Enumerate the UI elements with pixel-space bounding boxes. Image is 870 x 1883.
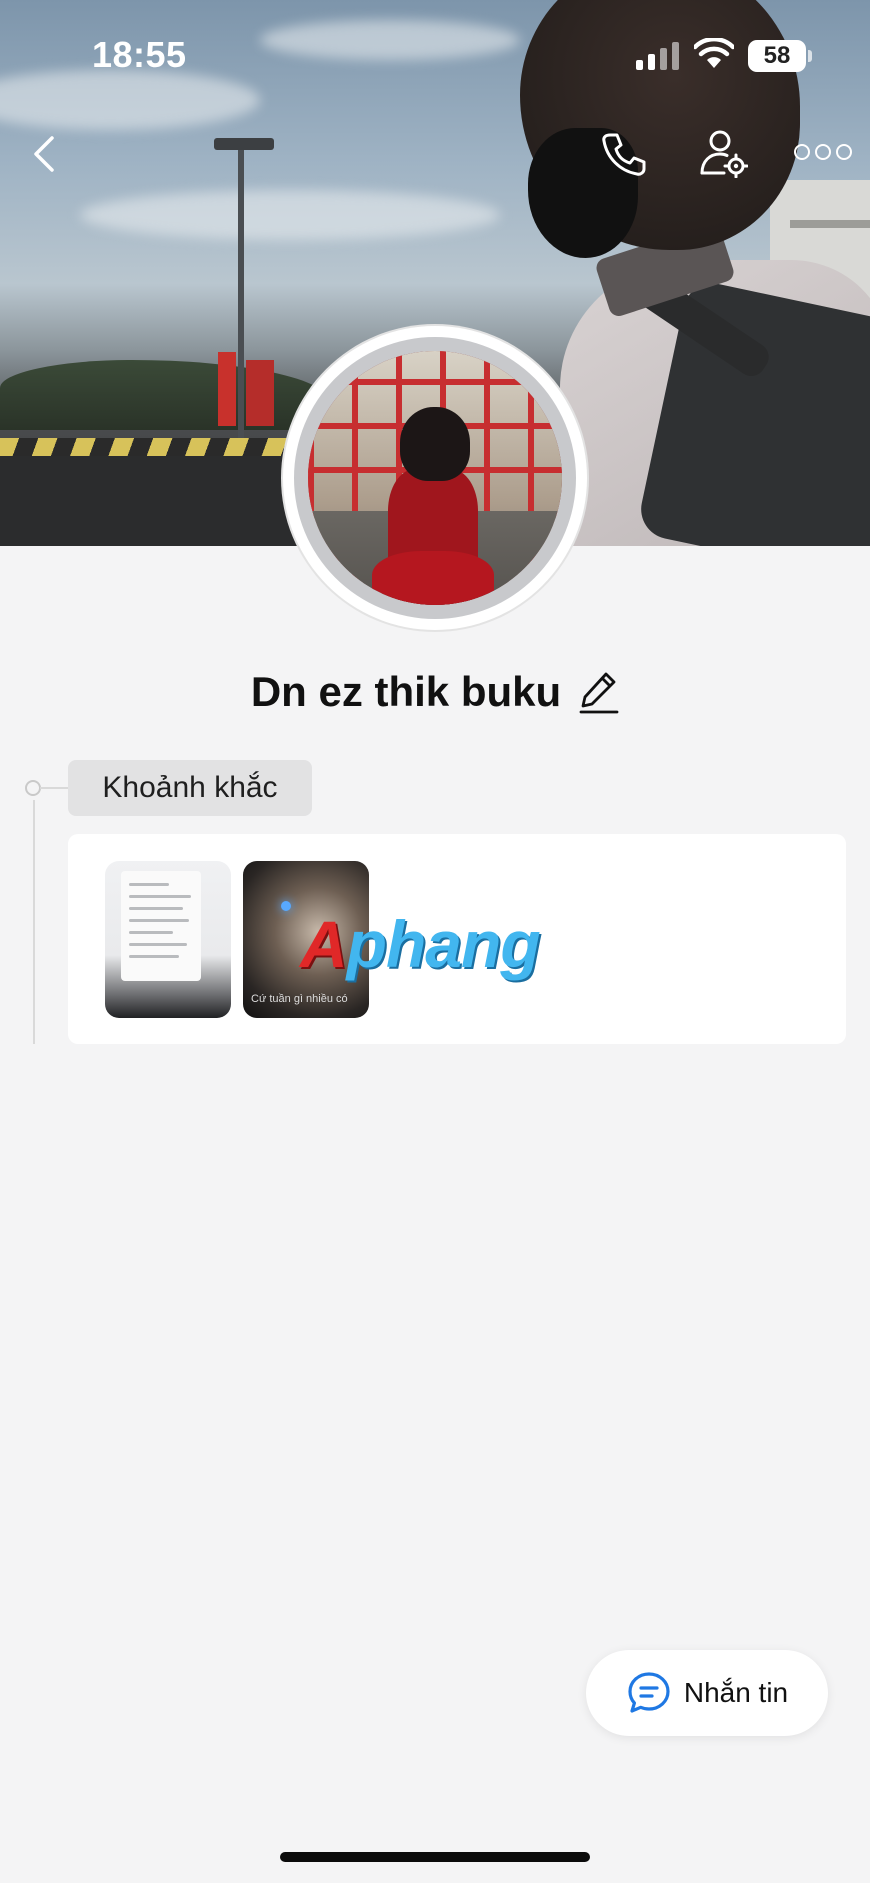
wifi-icon: [694, 38, 734, 68]
cloud: [0, 70, 260, 130]
home-indicator[interactable]: [280, 1852, 590, 1862]
moment-thumbnail[interactable]: [105, 861, 231, 1018]
user-settings-icon[interactable]: [698, 128, 748, 178]
lamp-head: [214, 138, 274, 150]
watermark-text: phang: [346, 907, 541, 981]
timeline-line: [33, 800, 35, 1044]
document-preview: [121, 871, 201, 981]
moments-label[interactable]: Khoảnh khắc: [68, 760, 312, 816]
phone-icon[interactable]: [600, 130, 648, 178]
cloud: [80, 190, 500, 240]
avatar-skirt: [372, 551, 494, 605]
edit-icon[interactable]: [579, 670, 619, 714]
trees: [0, 360, 330, 430]
avatar[interactable]: [308, 351, 562, 605]
flag: [218, 352, 236, 426]
pier-stripe: [0, 438, 300, 456]
cellular-signal-icon: [636, 42, 679, 70]
timeline-connector: [40, 787, 68, 789]
status-time: 18:55: [92, 34, 187, 75]
lamp-post: [238, 146, 244, 458]
timeline-dot: [25, 780, 41, 796]
back-icon[interactable]: [30, 134, 60, 174]
message-button-label: Nhắn tin: [683, 1677, 789, 1708]
watermark: Aphang: [300, 906, 541, 982]
avatar-hair: [400, 407, 470, 481]
moment-caption: Cứ tuần gì nhiều có: [251, 993, 348, 1005]
profile-name-row: Dn ez thik buku: [0, 668, 870, 716]
watermark-prefix: A: [300, 907, 348, 981]
more-icon[interactable]: [794, 144, 852, 160]
chat-bubble-icon: [628, 1672, 670, 1713]
light-spot: [281, 901, 291, 911]
battery-indicator: 58: [748, 40, 806, 72]
profile-name: Dn ez thik buku: [250, 668, 562, 715]
battery-cap: [808, 50, 812, 62]
cloud: [260, 20, 520, 60]
message-button[interactable]: Nhắn tin: [586, 1650, 828, 1736]
ship-deck: [790, 220, 870, 228]
flag: [246, 360, 274, 426]
